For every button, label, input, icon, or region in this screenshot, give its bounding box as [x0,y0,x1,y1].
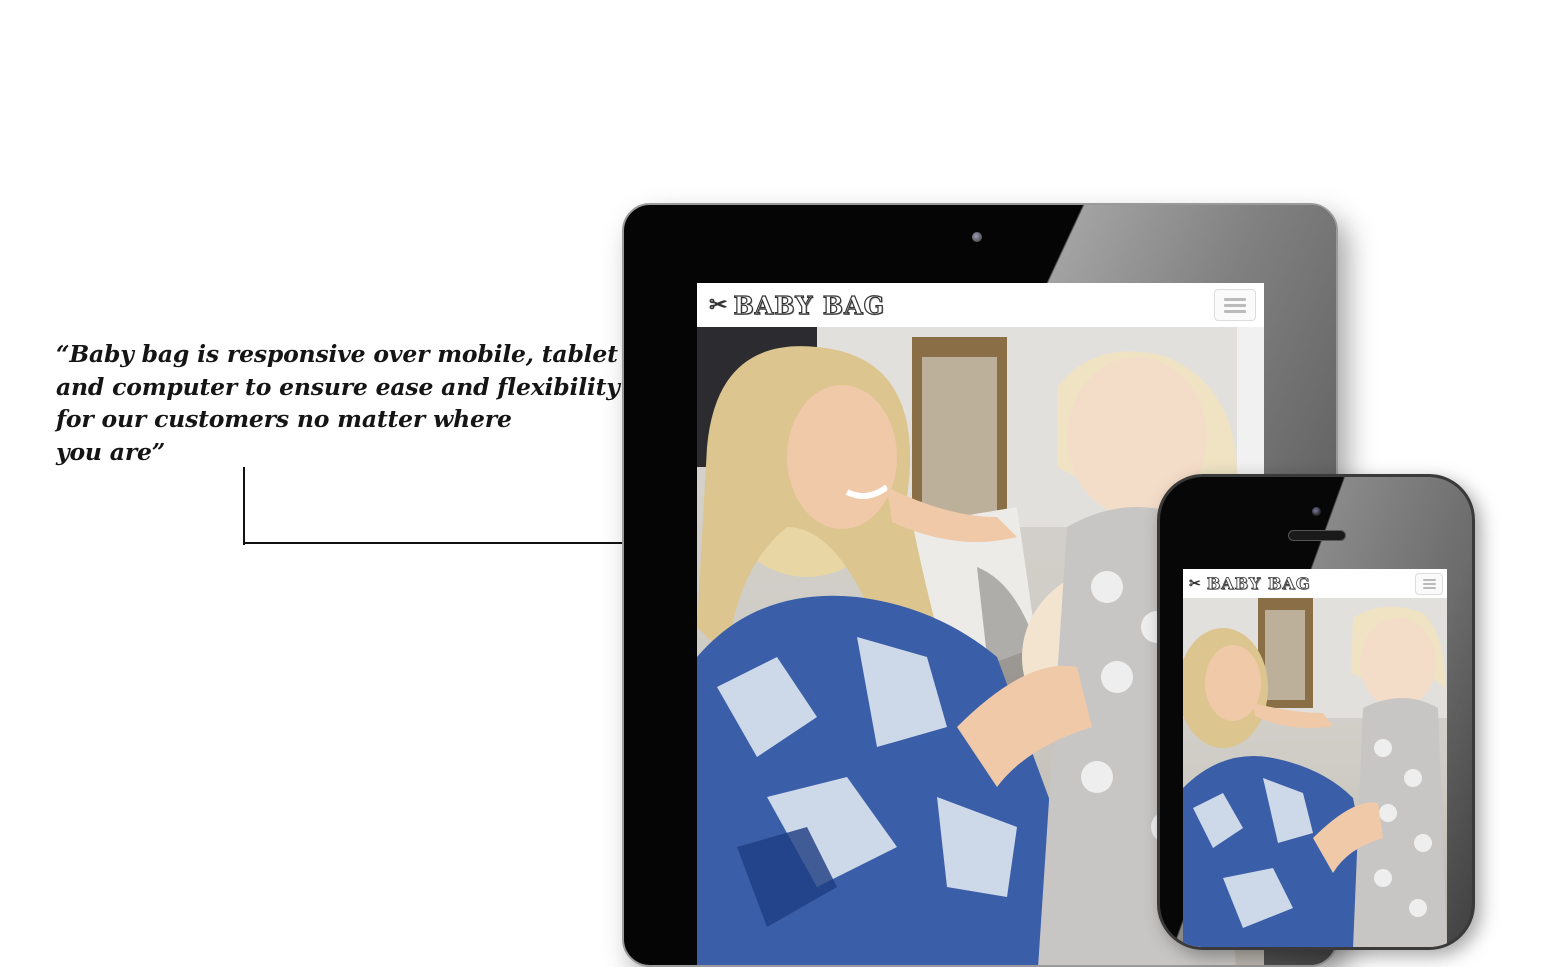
quote-line-4: you are” [56,437,166,466]
hero-photo-mobile [1183,598,1447,947]
phone-screen: ✂ BABY BAG [1183,569,1447,947]
tablet-camera [972,232,982,242]
connector-line-horizontal [243,542,625,544]
pacifier-icon: ✂ [1189,575,1201,592]
phone-camera [1312,507,1321,516]
brand-logo-mobile[interactable]: ✂ BABY BAG [1189,574,1311,594]
quote-text: “Baby bag is responsive over mobile, tab… [56,338,620,468]
brand-name-mobile: BABY BAG [1206,574,1311,594]
site-header-mobile: ✂ BABY BAG [1183,569,1447,598]
connector-line-vertical [243,467,245,545]
brand-logo[interactable]: ✂ BABY BAG [709,290,886,320]
pacifier-icon: ✂ [709,292,728,318]
hero-illustration-mobile [1183,598,1447,947]
quote-line-2: and computer to ensure ease and flexibil… [56,372,620,401]
hamburger-menu-button[interactable] [1214,289,1256,321]
hamburger-menu-button-mobile[interactable] [1415,572,1443,595]
hamburger-menu-icon [1422,578,1436,581]
brand-name: BABY BAG [733,290,886,320]
quote-line-1: “Baby bag is responsive over mobile, tab… [56,340,618,368]
quote-line-3: for our customers no matter where [56,405,512,433]
hamburger-menu-icon [1224,297,1246,301]
phone-device: ✂ BABY BAG [1157,474,1475,950]
phone-speaker [1288,530,1346,541]
site-header: ✂ BABY BAG [697,283,1264,327]
